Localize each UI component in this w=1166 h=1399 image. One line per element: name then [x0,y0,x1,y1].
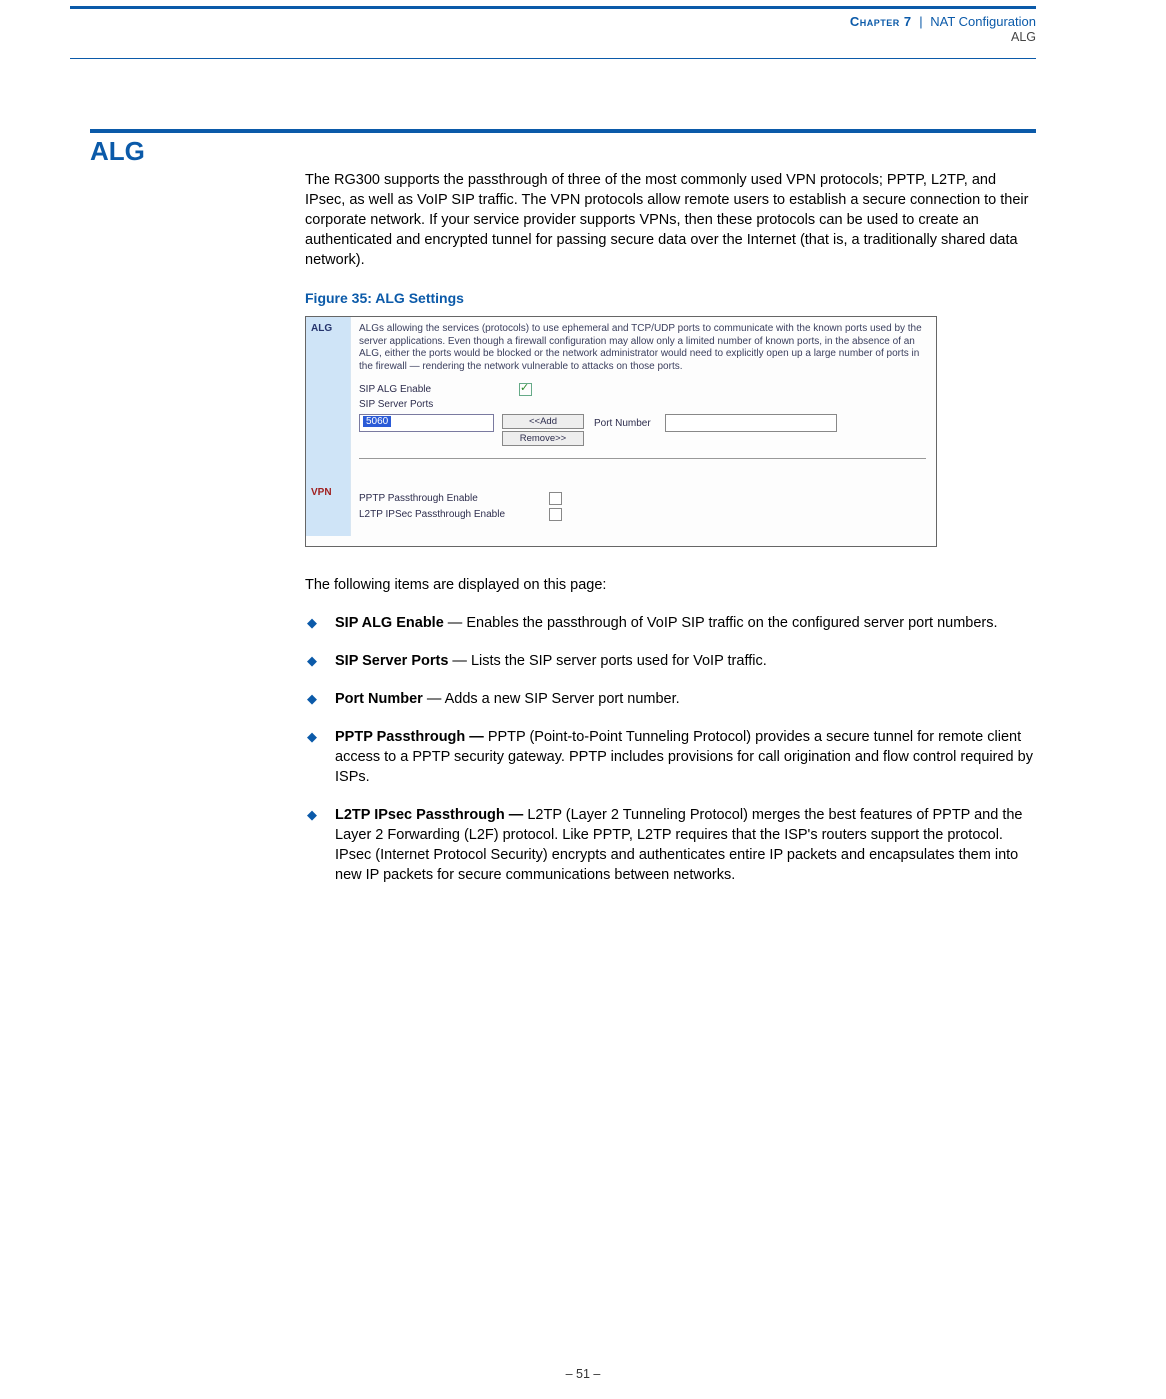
chapter-label: Chapter 7 [850,14,912,29]
figure-side-vpn: VPN [306,481,350,536]
section-rule [90,129,1036,133]
intro-paragraph: The RG300 supports the passthrough of th… [305,170,1036,270]
desc: Adds a new SIP Server port number. [445,691,680,707]
term: L2TP IPsec Passthrough — [335,807,523,823]
add-port-button[interactable]: <<Add [502,414,584,429]
sip-alg-enable-checkbox[interactable] [519,383,532,396]
port-number-input[interactable] [665,414,837,432]
sip-server-ports-label: SIP Server Ports [359,399,519,410]
remove-port-button[interactable]: Remove>> [502,431,584,446]
term: Port Number [335,691,423,707]
figure-caption: Figure 35: ALG Settings [305,290,1036,306]
list-item: L2TP IPsec Passthrough — L2TP (Layer 2 T… [305,805,1036,885]
header-sub: ALG [850,30,1036,44]
sip-ports-listbox[interactable]: 5060 [359,414,494,432]
list-item: SIP Server Ports — Lists the SIP server … [305,651,1036,671]
chapter-separator: | [919,14,922,29]
page-header: Chapter 7 | NAT Configuration ALG [850,14,1036,44]
following-items-paragraph: The following items are displayed on thi… [305,575,1036,595]
figure-side-alg: ALG [306,317,350,481]
figure-divider [359,458,926,459]
sip-alg-enable-label: SIP ALG Enable [359,384,519,395]
desc: Lists the SIP server ports used for VoIP… [471,653,767,669]
bullet-list: SIP ALG Enable — Enables the passthrough… [305,613,1036,885]
pptp-passthrough-label: PPTP Passthrough Enable [359,493,549,504]
term: SIP Server Ports [335,653,448,669]
list-item: SIP ALG Enable — Enables the passthrough… [305,613,1036,633]
top-rule [70,6,1036,9]
port-number-label: Port Number [594,418,651,429]
figure-alg-settings: ALG ALGs allowing the services (protocol… [305,316,937,547]
l2tp-ipsec-passthrough-label: L2TP IPSec Passthrough Enable [359,509,549,520]
page-number: – 51 – [0,1367,1166,1381]
term: PPTP Passthrough — [335,729,484,745]
list-item: PPTP Passthrough — PPTP (Point-to-Point … [305,727,1036,787]
section-title: ALG [90,136,145,167]
list-item: Port Number — Adds a new SIP Server port… [305,689,1036,709]
term: SIP ALG Enable [335,615,444,631]
chapter-title: NAT Configuration [930,14,1036,29]
figure-description: ALGs allowing the services (protocols) t… [359,323,926,373]
l2tp-ipsec-passthrough-checkbox[interactable] [549,508,562,521]
pptp-passthrough-checkbox[interactable] [549,492,562,505]
desc: Enables the passthrough of VoIP SIP traf… [466,615,997,631]
header-under-rule [70,58,1036,59]
